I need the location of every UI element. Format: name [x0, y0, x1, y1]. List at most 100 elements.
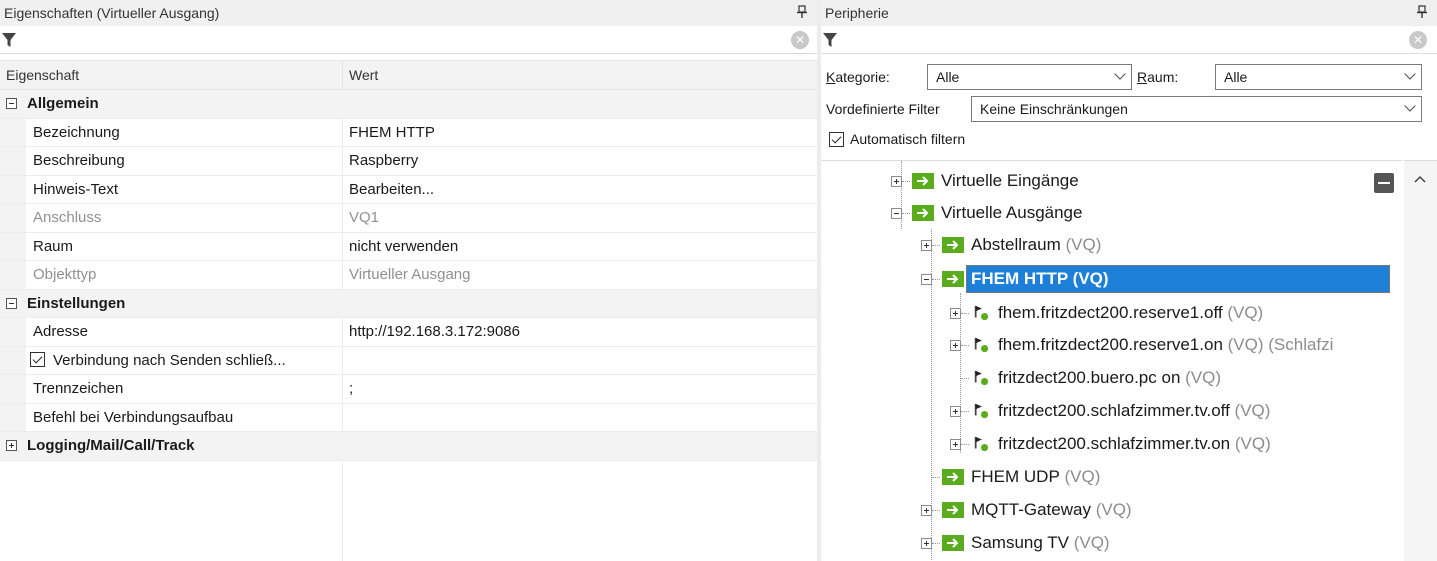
expand-icon[interactable] — [6, 440, 17, 452]
funnel-icon — [2, 33, 16, 47]
node-label: fhem.fritzdect200.reserve1.on — [998, 335, 1223, 354]
virtual-output-icon — [912, 173, 934, 189]
property-name: Anschluss — [26, 204, 343, 232]
auto-filter-checkbox[interactable] — [829, 131, 844, 147]
command-icon — [974, 370, 989, 386]
peripherals-tree: Virtuelle Eingänge Virtuelle Ausgänge Ab… — [821, 160, 1402, 561]
tree-node-command[interactable]: fritzdect200.schlafzimmer.tv.on (VQ) — [950, 428, 1271, 460]
tree-node-command[interactable]: fritzdect200.schlafzimmer.tv.off (VQ) — [950, 395, 1270, 427]
expand-icon[interactable] — [921, 504, 932, 516]
header-value: Wert — [349, 67, 379, 83]
properties-filter-bar[interactable]: ✕ — [0, 26, 817, 54]
property-value[interactable]: Bearbeiten... — [343, 176, 817, 204]
node-suffix: (VQ) — [1064, 467, 1101, 486]
kategorie-value: Alle — [936, 69, 960, 85]
tree-node-mqtt[interactable]: MQTT-Gateway (VQ) — [921, 494, 1132, 526]
category-label: Allgemein — [27, 95, 99, 113]
tree-node-virtual-outputs[interactable]: Virtuelle Ausgänge — [891, 197, 1082, 229]
property-row[interactable]: Adresse http://192.168.3.172:9086 — [0, 318, 817, 347]
kategorie-select[interactable]: Alle — [927, 64, 1132, 90]
category-einstellungen[interactable]: Einstellungen — [0, 289, 817, 318]
node-label: Samsung TV — [971, 533, 1069, 552]
tree-node-command[interactable]: fhem.fritzdect200.reserve1.off (VQ) — [950, 297, 1263, 329]
category-label: Logging/Mail/Call/Track — [27, 437, 195, 455]
filter-label: Vordefinierte Filter — [826, 101, 940, 117]
peripherals-panel: Peripherie ✕ Kategorie: Alle Raum: Alle … — [821, 0, 1437, 561]
property-row[interactable]: Hinweis-Text Bearbeiten... — [0, 175, 817, 204]
node-suffix: (VQ) — [1234, 434, 1271, 453]
properties-title: Eigenschaften (Virtueller Ausgang) — [4, 5, 220, 21]
category-logging[interactable]: Logging/Mail/Call/Track — [0, 432, 817, 461]
peripherals-filter-bar[interactable]: ✕ — [821, 26, 1437, 54]
property-row[interactable]: Befehl bei Verbindungsaufbau — [0, 403, 817, 432]
auto-filter-row[interactable]: Automatisch filtern — [821, 124, 1437, 154]
property-value[interactable] — [343, 347, 817, 375]
virtual-output-icon — [912, 205, 934, 221]
property-row[interactable]: Verbindung nach Senden schließ... — [0, 346, 817, 375]
raum-select[interactable]: Alle — [1215, 64, 1422, 90]
node-suffix: (VQ) — [1095, 500, 1132, 519]
clear-icon[interactable]: ✕ — [791, 31, 809, 49]
pin-icon[interactable] — [797, 5, 807, 19]
category-allgemein[interactable]: Allgemein — [0, 90, 817, 119]
chevron-down-icon — [1405, 102, 1415, 112]
peripherals-title: Peripherie — [825, 5, 889, 21]
tree-node-command[interactable]: fhem.fritzdect200.reserve1.on (VQ) (Schl… — [950, 329, 1333, 361]
grid-header: Eigenschaft Wert — [0, 60, 817, 90]
collapse-icon[interactable] — [6, 297, 17, 309]
filter-row: Vordefinierte Filter Keine Einschränkung… — [821, 94, 1437, 124]
property-value[interactable]: nicht verwenden — [343, 233, 817, 261]
node-label: MQTT-Gateway — [971, 500, 1091, 519]
tree-node-samsung[interactable]: Samsung TV (VQ) — [921, 527, 1110, 559]
property-row[interactable]: Beschreibung Raspberry — [0, 147, 817, 176]
property-row[interactable]: Trennzeichen; — [0, 375, 817, 404]
virtual-output-icon — [942, 469, 964, 485]
chevron-down-icon — [1115, 70, 1125, 80]
properties-panel: Eigenschaften (Virtueller Ausgang) ✕ Eig… — [0, 0, 817, 561]
expand-icon[interactable] — [950, 339, 961, 351]
property-value[interactable]: Raspberry — [343, 147, 817, 175]
expand-icon[interactable] — [921, 537, 932, 549]
tree-node-fhem-udp[interactable]: FHEM UDP (VQ) — [921, 461, 1100, 493]
expand-icon[interactable] — [921, 239, 932, 251]
node-label: fritzdect200.buero.pc on — [998, 368, 1181, 387]
node-label: fritzdect200.schlafzimmer.tv.off — [998, 401, 1230, 420]
expand-icon[interactable] — [950, 438, 961, 450]
expand-icon[interactable] — [950, 307, 961, 319]
selected-node-label[interactable]: FHEM HTTP (VQ) — [966, 265, 1390, 293]
vertical-scrollbar[interactable] — [1404, 160, 1437, 561]
collapse-icon[interactable] — [6, 98, 17, 110]
property-value: Virtueller Ausgang — [349, 266, 471, 283]
column-divider — [342, 462, 343, 561]
node-label: FHEM UDP — [971, 467, 1060, 486]
collapse-icon[interactable] — [921, 273, 932, 285]
raum-label: Raum: — [1137, 69, 1179, 85]
collapse-icon[interactable] — [891, 207, 902, 219]
tree-node-virtual-inputs[interactable]: Virtuelle Eingänge — [891, 165, 1079, 197]
property-row[interactable]: Bezeichnung FHEM HTTP — [0, 118, 817, 147]
property-value[interactable] — [343, 404, 817, 432]
property-value[interactable]: http://192.168.3.172:9086 — [343, 318, 817, 346]
expand-icon[interactable] — [950, 405, 961, 417]
category-label: Einstellungen — [27, 294, 126, 312]
scroll-up-icon[interactable] — [1414, 175, 1426, 183]
property-name: Objekttyp — [26, 261, 343, 289]
node-label: Virtuelle Ausgänge — [941, 203, 1083, 222]
property-row[interactable]: Raum nicht verwenden — [0, 232, 817, 261]
property-value[interactable]: FHEM HTTP — [343, 119, 817, 147]
checkbox-close-after-send[interactable] — [30, 351, 45, 367]
filter-select[interactable]: Keine Einschränkungen — [971, 96, 1422, 122]
tree-node-abstellraum[interactable]: Abstellraum (VQ) — [921, 229, 1101, 261]
expand-icon[interactable] — [891, 175, 902, 187]
chevron-down-icon — [1405, 70, 1415, 80]
tree-node-fhem-http[interactable]: FHEM HTTP (VQ) — [921, 263, 1390, 295]
tree-node-command[interactable]: fritzdect200.buero.pc on (VQ) — [950, 362, 1221, 394]
property-name: Trennzeichen — [26, 375, 343, 403]
property-value[interactable]: ; — [343, 375, 817, 403]
clear-icon[interactable]: ✕ — [1409, 31, 1427, 49]
command-icon — [974, 436, 989, 452]
collapse-all-icon[interactable] — [1374, 173, 1394, 193]
virtual-output-icon — [942, 535, 964, 551]
pin-icon[interactable] — [1417, 5, 1427, 19]
virtual-output-icon — [942, 237, 964, 253]
